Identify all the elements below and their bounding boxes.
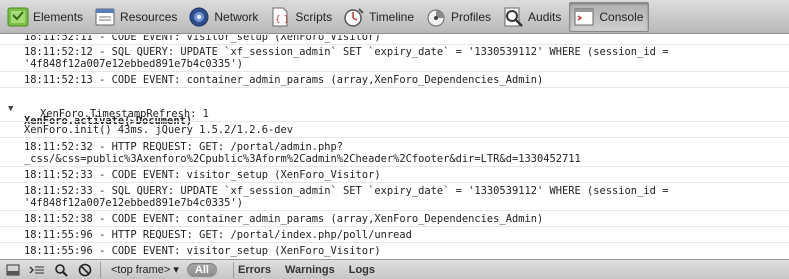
console-message: 18:11:52:12 - SQL QUERY: UPDATE `xf_sess… (24, 46, 669, 58)
message-divider (0, 166, 789, 167)
console-message: 18:11:55:96 - HTTP REQUEST: GET: /portal… (24, 229, 412, 241)
tab-scripts[interactable]: { } Scripts (266, 2, 337, 32)
frame-selector[interactable]: <top frame> ▾ (111, 263, 179, 276)
message-divider (0, 44, 789, 45)
clear-console-icon[interactable] (74, 261, 96, 279)
message-divider (0, 71, 789, 72)
console-group-item: XenForo.TimestampRefresh: 1 (40, 108, 209, 120)
message-divider (0, 87, 789, 88)
console-message-continued: '4f848f12a007e12ebbed891e7b4c0335') (24, 197, 243, 209)
resources-icon (94, 6, 116, 28)
tab-timeline[interactable]: Timeline (340, 2, 419, 32)
tab-elements[interactable]: Elements (4, 2, 88, 32)
message-divider (0, 210, 789, 211)
console-message: XenForo.init() 43ms. jQuery 1.5.2/1.2.6-… (24, 124, 293, 136)
message-divider (0, 182, 789, 183)
console-group[interactable]: ▼ XenForo.activate(▶Document) (0, 91, 789, 127)
console-message-continued: _css/&css=public%3Axenforo%2Cpublic%3Afo… (24, 153, 581, 165)
timeline-icon (343, 6, 365, 28)
tab-label: Audits (528, 9, 562, 24)
divider (232, 261, 234, 278)
console-message: 18:11:52:32 - HTTP REQUEST: GET: /portal… (24, 141, 344, 153)
message-divider (0, 242, 789, 243)
message-divider (0, 226, 789, 227)
console-status-bar: <top frame> ▾ All Errors Warnings Logs (0, 259, 789, 279)
show-console-icon[interactable] (26, 261, 48, 279)
tab-label: Network (214, 9, 259, 24)
console-message: 18:11:52:33 - CODE EVENT: visitor_setup … (24, 169, 381, 181)
tab-label: Timeline (369, 9, 414, 24)
console-message: 18:11:52:11 - CODE EVENT: visitor_setup … (24, 35, 381, 43)
console-message-continued: '4f848f12a007e12ebbed891e7b4c0335') (24, 58, 243, 70)
message-divider (0, 137, 789, 138)
tab-console[interactable]: Console (569, 1, 650, 32)
console-message: 18:11:55:96 - CODE EVENT: visitor_setup … (24, 245, 381, 257)
filter-logs[interactable]: Logs (349, 264, 375, 276)
divider (100, 261, 101, 278)
filter-warnings[interactable]: Warnings (285, 264, 335, 276)
dock-icon[interactable] (2, 261, 24, 279)
tab-label: Console (599, 9, 644, 24)
search-icon[interactable] (50, 261, 72, 279)
console-icon (573, 6, 595, 28)
profiles-icon (425, 6, 447, 28)
tab-label: Elements (33, 9, 84, 24)
frame-selector-label: <top frame> (111, 264, 171, 276)
elements-icon (7, 6, 29, 28)
tab-profiles[interactable]: Profiles (422, 2, 496, 32)
console-output[interactable]: 18:11:52:11 - CODE EVENT: visitor_setup … (0, 35, 789, 259)
svg-text:{ }: { } (275, 15, 289, 25)
console-message: 18:11:52:38 - CODE EVENT: container_admi… (24, 213, 544, 225)
console-message: 18:11:52:33 - SQL QUERY: UPDATE `xf_sess… (24, 185, 669, 197)
tab-label: Scripts (295, 9, 333, 24)
audits-icon (502, 6, 524, 28)
scripts-icon: { } (269, 6, 291, 28)
console-message: 18:11:52:13 - CODE EVENT: container_admi… (24, 74, 544, 86)
tab-label: Resources (120, 9, 178, 24)
message-divider (0, 121, 789, 122)
tab-label: Profiles (451, 9, 492, 24)
filter-all[interactable]: All (186, 262, 217, 277)
tab-audits[interactable]: Audits (499, 2, 566, 32)
filter-errors[interactable]: Errors (238, 264, 271, 276)
tab-network[interactable]: Network (185, 2, 263, 32)
devtools-toolbar: Elements Resources Network { } Scripts T… (0, 0, 789, 34)
chevron-down-icon: ▾ (173, 264, 179, 276)
network-icon (188, 6, 210, 28)
tab-resources[interactable]: Resources (91, 2, 182, 32)
